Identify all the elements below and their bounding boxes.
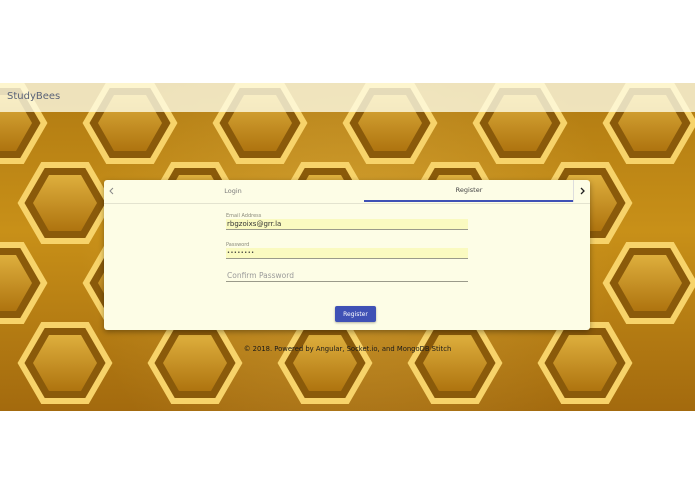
honeycomb-background: StudyBees Login Register Email Address r…	[0, 83, 695, 411]
confirm-password-group: Confirm Password	[226, 271, 468, 282]
brand-logo-text[interactable]: StudyBees	[7, 91, 60, 102]
register-button[interactable]: Register	[335, 306, 376, 322]
tab-login[interactable]: Login	[128, 180, 338, 202]
email-field[interactable]: rbgzoixs@grr.la	[226, 219, 468, 230]
password-field[interactable]: ••••••••	[226, 248, 468, 259]
confirm-password-field[interactable]: Confirm Password	[226, 271, 468, 282]
chevron-left-icon[interactable]	[104, 180, 120, 202]
top-navbar: StudyBees	[0, 83, 695, 112]
auth-tabs: Login Register	[104, 180, 590, 204]
email-field-group: Email Address rbgzoixs@grr.la	[226, 213, 468, 230]
password-field-group: Password ••••••••	[226, 242, 468, 259]
chevron-right-icon[interactable]	[573, 180, 590, 202]
tab-register[interactable]: Register	[364, 180, 574, 202]
footer-text: © 2018. Powered by Angular, Socket.io, a…	[243, 345, 452, 353]
auth-card: Login Register Email Address rbgzoixs@gr…	[104, 180, 590, 330]
